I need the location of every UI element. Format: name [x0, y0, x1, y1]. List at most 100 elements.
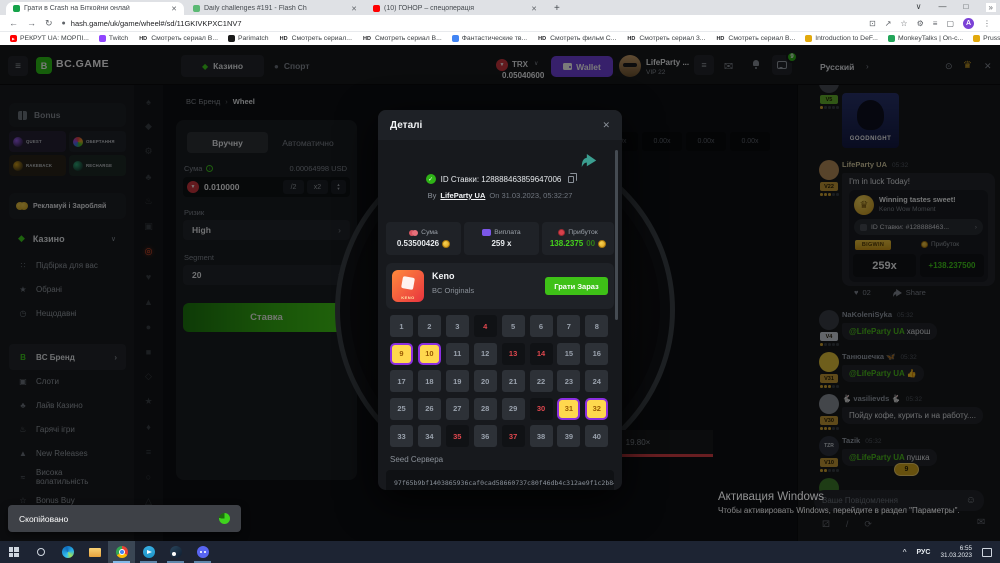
bet-date: On 31.03.2023, 05:32:27 [489, 191, 572, 200]
modal-close-icon[interactable]: ✕ [602, 120, 610, 131]
bookmark-item[interactable]: Twitch [99, 35, 128, 42]
tab-title: Daily challenges #191 - Flash Ch [204, 5, 347, 12]
taskbar-start[interactable] [0, 541, 27, 563]
taskbar-edge[interactable] [54, 541, 81, 563]
stat-value: 138.237500 [550, 239, 606, 248]
tab-close-icon[interactable]: ✕ [351, 5, 357, 13]
windows-watermark: Активация Windows Чтобы активировать Win… [718, 491, 960, 515]
keno-cell-miss: 14 [530, 343, 553, 365]
hd-favicon: HD [138, 35, 148, 42]
bookmark-item[interactable]: HDСмотреть сериал 3... [626, 35, 705, 42]
yt-favicon: ▶ [10, 35, 17, 42]
bookmark-label: Смотреть сериал... [292, 35, 352, 42]
server-seed-input[interactable]: 97f65b9bf1403865936caf0cad58660737c80f46… [386, 470, 614, 490]
forward-icon[interactable]: → [27, 18, 36, 28]
tab-close-icon[interactable]: ✕ [171, 5, 177, 13]
keno-cell-normal: 3 [446, 315, 469, 337]
bookmarks-overflow-icon[interactable]: » [986, 3, 996, 12]
system-tray: ^ РУС 6:55 31.03.2023 [903, 545, 1000, 559]
keno-cell-normal: 20 [474, 370, 497, 392]
keno-cell-normal: 40 [585, 425, 608, 447]
bookmark-item[interactable]: HDСмотреть фильм С... [537, 35, 616, 42]
taskbar-steam[interactable] [162, 541, 189, 563]
browser-tab[interactable]: Daily challenges #191 - Flash Ch ✕ [186, 2, 364, 15]
bookmark-item[interactable]: HDСмотреть сериал В... [362, 35, 442, 42]
blue-favicon [452, 35, 459, 42]
bookmark-item[interactable]: Prussia's Bagano Fa... [973, 35, 1000, 42]
game-provider: BC Originals [432, 286, 474, 295]
modal-scrollbar[interactable] [615, 150, 618, 320]
keno-cell-normal: 1 [390, 315, 413, 337]
site-info-icon[interactable]: ● [62, 20, 66, 27]
keno-cell-miss: 13 [502, 343, 525, 365]
side-panel-icon[interactable]: ▢ [946, 19, 954, 28]
address-bar[interactable]: ● hash.game/uk/game/wheel#/sd/11GKIVKPXC… [62, 19, 860, 28]
bookmark-label: MonkeyTalks | On-c... [898, 35, 963, 42]
bookmark-item[interactable]: ▶РЕКРУТ UA: МОРПІ... [10, 35, 89, 42]
reading-list-icon[interactable]: ≡ [933, 19, 938, 28]
bookmark-item[interactable]: Parimatch [228, 35, 269, 42]
window-controls: ∨ — □ ✕ [916, 2, 992, 11]
extensions-icon[interactable]: ⚙ [917, 19, 924, 28]
taskbar-telegram[interactable] [135, 541, 162, 563]
share-bet-icon[interactable] [581, 154, 597, 167]
taskbar-explorer[interactable] [81, 541, 108, 563]
taskbar-discord[interactable] [189, 541, 216, 563]
menu-dots-icon[interactable]: ⋮ [983, 19, 991, 28]
keno-cell-normal: 6 [530, 315, 553, 337]
pm-favicon [228, 35, 235, 42]
back-icon[interactable]: ← [9, 18, 18, 28]
reload-icon[interactable]: ↻ [45, 18, 53, 29]
share-icon[interactable]: ↗ [885, 19, 892, 28]
bookmark-item[interactable]: Introduction to DeF... [805, 35, 878, 42]
verified-icon: ✓ [426, 174, 436, 184]
bookmark-label: Prussia's Bagano Fa... [983, 35, 1000, 42]
bookmark-item[interactable]: MonkeyTalks | On-c... [888, 35, 963, 42]
discord-icon [197, 546, 209, 558]
game-name: Keno [432, 271, 455, 281]
taskbar-search[interactable] [27, 541, 54, 563]
window-maximize-button[interactable]: □ [963, 2, 968, 11]
keno-cell-normal: 2 [418, 315, 441, 337]
game-card: KENO Keno BC Originals Грати Зараз [386, 263, 614, 309]
keno-grid: 1234567891011121314151617181920212223242… [390, 315, 614, 451]
bookmark-label: Фантастические тв... [462, 35, 527, 42]
bookmark-star-icon[interactable]: ☆ [900, 19, 907, 28]
tray-expand-icon[interactable]: ^ [903, 548, 907, 557]
keno-cell-miss: 35 [446, 425, 469, 447]
install-icon[interactable]: ⊡ [869, 19, 876, 28]
bookmark-item[interactable]: Фантастические тв... [452, 35, 527, 42]
keno-cell-normal: 28 [474, 398, 497, 420]
keno-cell-hit: 31 [557, 398, 580, 420]
bookmarks-bar: ▶РЕКРУТ UA: МОРПІ...TwitchHDСмотреть сер… [0, 31, 1000, 45]
profile-avatar[interactable]: A [963, 18, 974, 29]
tab-search-icon[interactable]: ∨ [916, 2, 922, 11]
window-minimize-button[interactable]: — [938, 2, 946, 11]
stat-label: Прибуток [558, 229, 597, 236]
keno-cell-normal: 33 [390, 425, 413, 447]
browser-tab[interactable]: Грати в Crash на Біткойни онлай✕ [6, 2, 184, 15]
card-icon [482, 229, 491, 236]
keno-cell-normal: 36 [474, 425, 497, 447]
keno-cell-normal: 24 [585, 370, 608, 392]
bookmark-item[interactable]: HDСмотреть сериал В... [138, 35, 218, 42]
player-link[interactable]: LifeParty UA [440, 191, 485, 200]
tab-close-icon[interactable]: ✕ [531, 5, 537, 13]
keno-cell-normal: 22 [530, 370, 553, 392]
keno-cell-normal: 7 [557, 315, 580, 337]
stat-прибуток: Прибуток 138.237500 [542, 222, 614, 255]
bookmark-item[interactable]: HDСмотреть сериал... [279, 35, 352, 42]
notification-center-icon[interactable] [982, 548, 992, 557]
clock[interactable]: 6:55 31.03.2023 [940, 545, 972, 559]
copy-icon[interactable] [568, 176, 574, 183]
bookmark-item[interactable]: HDСмотреть сериал В... [715, 35, 795, 42]
keyboard-language[interactable]: РУС [916, 549, 930, 556]
browser-tab[interactable]: (10) ГОНОР – спецоперація✕ [366, 2, 544, 15]
play-now-button[interactable]: Грати Зараз [545, 277, 608, 295]
new-tab-button[interactable]: + [554, 3, 560, 14]
stat-label: Сума [409, 229, 438, 236]
url-text: hash.game/uk/game/wheel#/sd/11GKIVKPXC1N… [71, 19, 242, 28]
taskbar-chrome[interactable] [108, 541, 135, 563]
keno-cell-miss: 37 [502, 425, 525, 447]
coins-icon [409, 230, 418, 236]
